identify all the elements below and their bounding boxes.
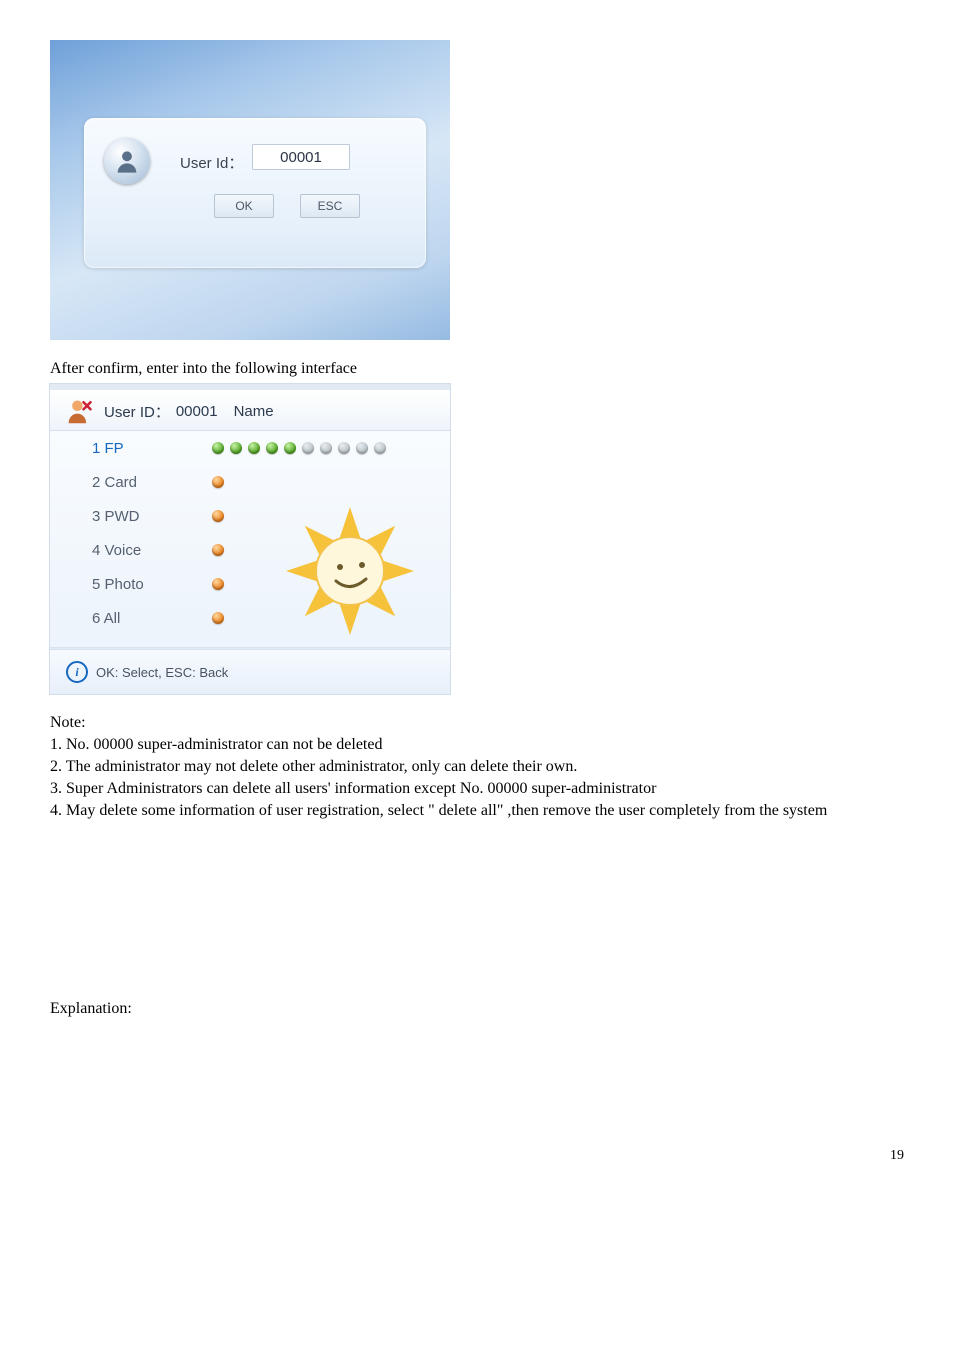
note-3: 3. Super Administrators can delete all u… [50,780,904,798]
note-1: 1. No. 00000 super-administrator can not… [50,736,904,754]
status-dot [212,612,224,624]
status-dot [212,476,224,488]
fp-dot-filled [212,442,224,454]
status-dot [212,544,224,556]
hint-text: OK: Select, ESC: Back [96,665,228,680]
note-4: 4. May delete some information of user r… [50,802,904,820]
option-all-label: 6 All [92,610,212,627]
note-heading: Note: [50,714,904,732]
dialog-panel: User Id： 00001 OK ESC [84,118,426,268]
fp-dot-empty [302,442,314,454]
fp-dot-empty [320,442,332,454]
options-list: 1 FP 2 Card 3 PWD 4 Voice [50,430,450,648]
option-voice-label: 4 Voice [92,542,212,559]
fp-dot-filled [230,442,242,454]
userid-input[interactable]: 00001 [252,144,350,170]
option-card-label: 2 Card [92,474,212,491]
hint-bar: i OK: Select, ESC: Back [50,649,450,694]
info-icon: i [66,661,88,683]
fp-dot-empty [374,442,386,454]
note-2: 2. The administrator may not delete othe… [50,758,904,776]
option-fp-label: 1 FP [92,440,212,457]
explanation-heading: Explanation: [50,1000,904,1018]
paragraph-after-confirm: After confirm, enter into the following … [50,360,904,378]
screenshot-userid-dialog: User Id： 00001 OK ESC [50,40,450,340]
page-number: 19 [50,1148,904,1164]
option-photo-label: 5 Photo [92,576,212,593]
userid-label: User Id： [180,152,243,173]
esc-button[interactable]: ESC [300,194,360,218]
header-name-label: Name [234,403,274,420]
fp-dot-filled [266,442,278,454]
option-card[interactable]: 2 Card [50,465,450,499]
header-userid-value: 00001 [176,403,218,420]
status-dot [212,510,224,522]
status-dot [212,578,224,590]
option-pwd-label: 3 PWD [92,508,212,525]
fp-dot-filled [284,442,296,454]
screenshot-delete-user: User ID： 00001 Name 1 FP 2 Card [50,384,450,694]
sun-illustration-icon [280,501,420,641]
header-bar: User ID： 00001 Name [50,390,450,432]
fp-dot-empty [338,442,350,454]
user-avatar-icon [104,138,150,184]
fp-dot-filled [248,442,260,454]
delete-user-icon [66,397,94,425]
option-fp[interactable]: 1 FP [50,431,450,465]
ok-button[interactable]: OK [214,194,274,218]
fp-dot-empty [356,442,368,454]
header-userid-label: User ID： [104,401,170,422]
fp-dots [212,442,386,454]
